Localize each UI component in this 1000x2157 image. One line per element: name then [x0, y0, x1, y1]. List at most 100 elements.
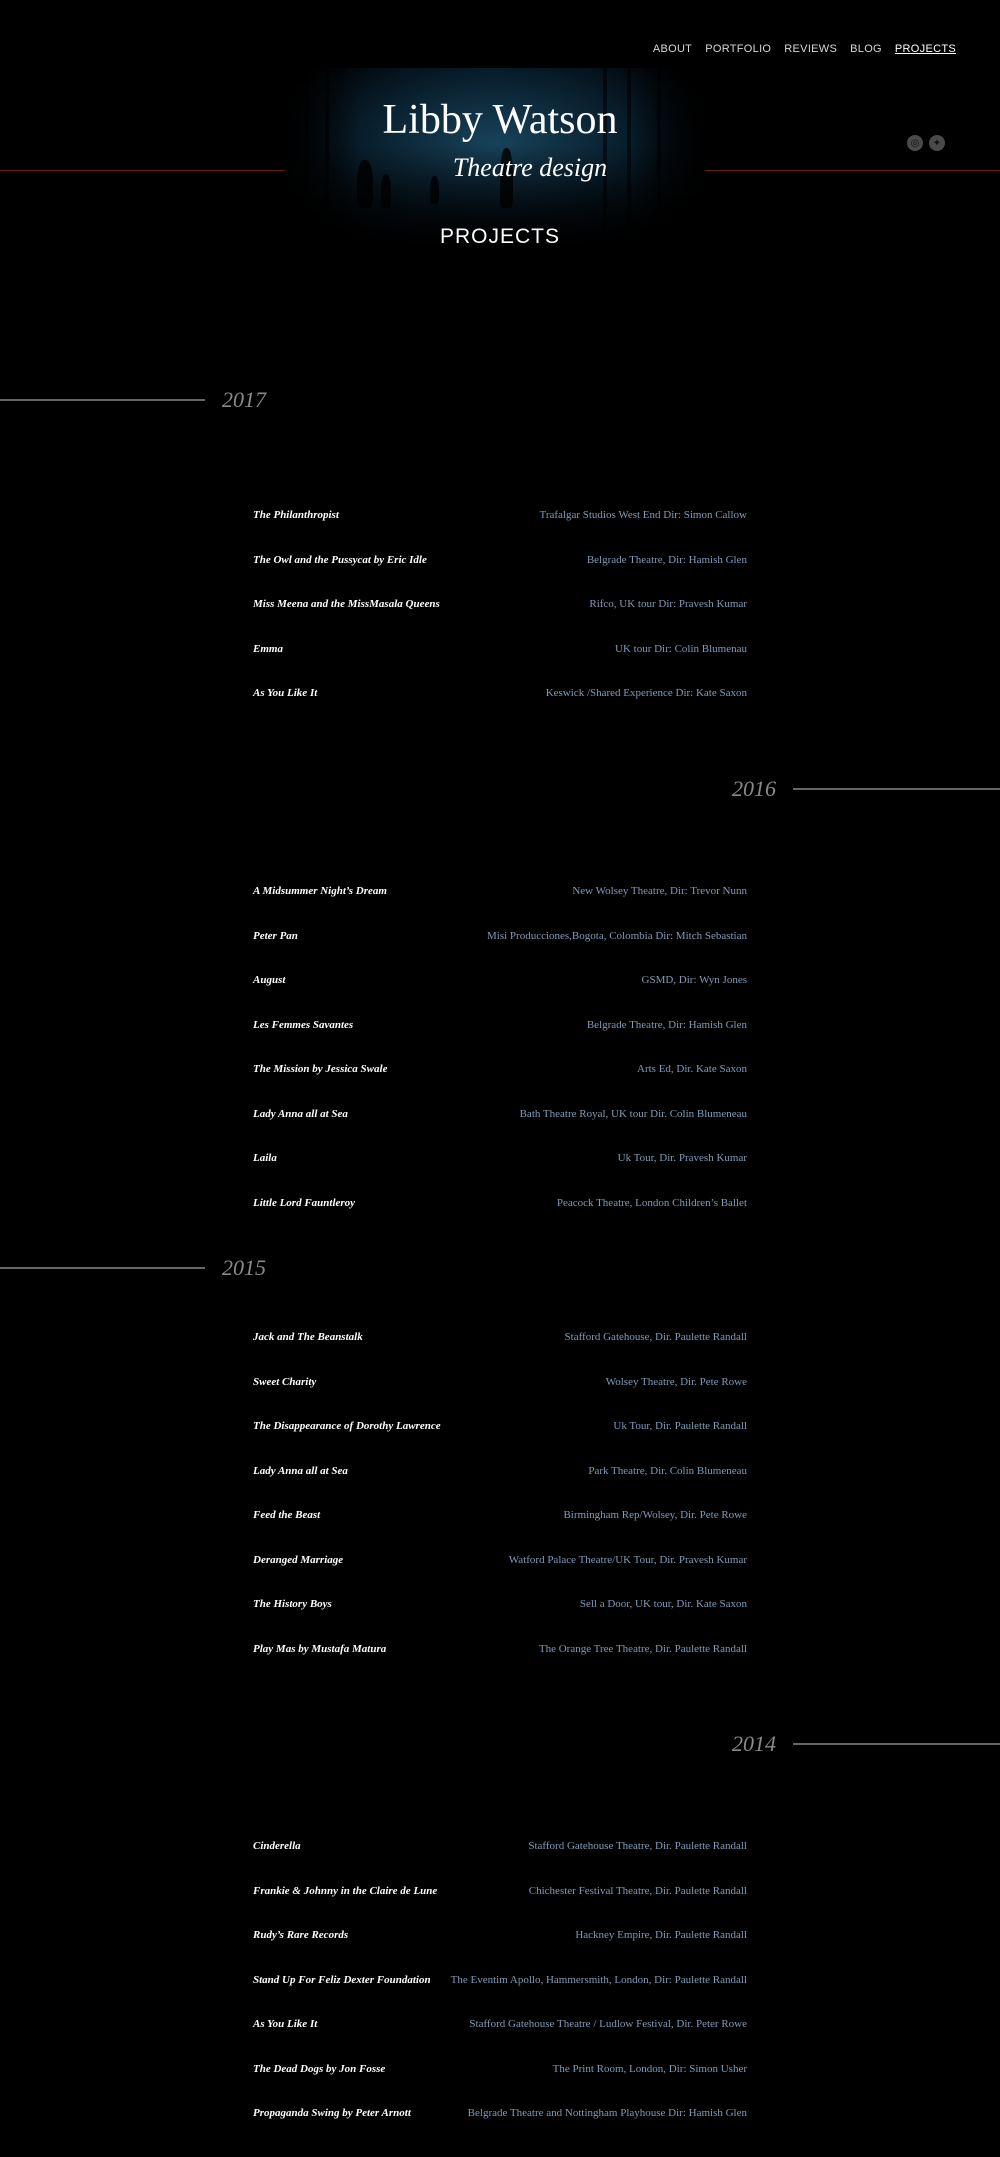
project-venue: Uk Tour, Dir. Paulette Randall [613, 1420, 747, 1432]
project-venue: Birmingham Rep/Wolsey, Dir. Pete Rowe [563, 1509, 747, 1521]
project-title: As You Like It [253, 687, 318, 699]
project-venue: Bath Theatre Royal, UK tour Dir. Colin B… [519, 1107, 747, 1120]
project-title: Play Mas by Mustafa Matura [253, 1642, 387, 1655]
project-row: Cinderella Stafford Gatehouse Theatre, Di… [253, 1836, 747, 1856]
project-venue: Stafford Gatehouse Theatre, Dir. Paulett… [528, 1840, 747, 1852]
project-venue: GSMD, Dir: Wyn Jones [641, 974, 747, 986]
site-title[interactable]: Libby Watson [0, 96, 1000, 144]
project-venue: Belgrade Theatre and Nottingham Playhous… [467, 2107, 747, 2119]
project-title: Emma [253, 642, 283, 655]
project-venue: UK tour Dir: Colin Blumenau [615, 642, 747, 655]
project-title: Les Femmes Savantes [253, 1018, 354, 1031]
project-title: Rudy’s Rare Records [253, 1929, 349, 1941]
project-row: Les Femmes Savantes Belgrade Theatre, Dir… [253, 1015, 747, 1035]
project-title: Deranged Marriage [253, 1553, 344, 1566]
project-venue: Belgrade Theatre, Dir: Hamish Glen [586, 553, 747, 566]
project-row: Jack and The Beanstalk Stafford Gatehouse… [253, 1327, 747, 1347]
project-title: Cinderella [253, 1840, 301, 1852]
nav-portfolio[interactable]: PORTFOLIO [705, 43, 771, 55]
project-venue: Park Theatre, Dir. Colin Blumeneau [588, 1464, 747, 1477]
project-title: Laila [253, 1152, 277, 1164]
nav-blog[interactable]: BLOG [850, 43, 882, 55]
year-divider-2017: 2017 [0, 387, 266, 413]
project-row: The Disappearance of Dorothy Lawrence Uk … [253, 1416, 747, 1436]
project-venue: Stafford Gatehouse, Dir. Paulette Randal… [564, 1331, 747, 1343]
project-title: Frankie & Johnny in the Claire de Lune [253, 1884, 438, 1897]
project-venue: Sell a Door, UK tour, Dir. Kate Saxon [579, 1598, 747, 1610]
project-title: The Dead Dogs by Jon Fosse [253, 2062, 386, 2075]
project-row: As You Like It Keswick /Shared Experience… [253, 683, 747, 703]
project-row: Play Mas by Mustafa Matura The Orange Tre… [253, 1639, 747, 1659]
project-title: A Midsummer Night’s Dream [253, 885, 387, 897]
project-row: Frankie & Johnny in the Claire de Lune Ch… [253, 1881, 747, 1901]
project-row: As You Like It Stafford Gatehouse Theatre… [253, 2014, 747, 2034]
project-title: Little Lord Fauntleroy [253, 1196, 356, 1209]
project-row: Propaganda Swing by Peter Arnott Belgrade… [253, 2103, 747, 2123]
project-title: As You Like It [253, 2018, 318, 2030]
project-venue: Misi Producciones,Bogota, Colombia Dir: … [486, 929, 747, 942]
project-venue: Peacock Theatre, London Children’s Balle… [556, 1196, 747, 1209]
project-venue: The Orange Tree Theatre, Dir. Paulette R… [538, 1642, 747, 1655]
project-title: August [253, 974, 286, 986]
project-venue: Hackney Empire, Dir. Paulette Randall [575, 1929, 747, 1941]
project-venue: New Wolsey Theatre, Dir: Trevor Nunn [572, 885, 747, 897]
project-row: The Dead Dogs by Jon Fosse The Print Room… [253, 2059, 747, 2079]
project-row: The Mission by Jessica Swale Arts Ed, Dir… [253, 1059, 747, 1079]
project-venue: Chichester Festival Theatre, Dir. Paulet… [528, 1884, 747, 1897]
project-venue: Rifco, UK tour Dir: Pravesh Kumar [589, 598, 747, 610]
project-row: The Owl and the Pussycat by Eric Idle Bel… [253, 550, 747, 570]
project-row: Lady Anna all at Sea Park Theatre, Dir. C… [253, 1461, 747, 1481]
project-title: The History Boys [253, 1598, 332, 1610]
project-row: Lady Anna all at Sea Bath Theatre Royal, … [253, 1104, 747, 1124]
project-venue: Wolsey Theatre, Dir. Pete Rowe [605, 1375, 747, 1388]
project-venue: The Print Room, London, Dir: Simon Usher [552, 2062, 747, 2075]
project-venue: Watford Palace Theatre/UK Tour, Dir. Pra… [508, 1553, 747, 1566]
nav-projects[interactable]: PROJECTS [895, 43, 956, 55]
project-venue: Arts Ed, Dir. Kate Saxon [637, 1063, 747, 1075]
project-row: Laila Uk Tour, Dir. Pravesh Kumar [253, 1148, 747, 1168]
project-title: Feed the Beast [253, 1509, 321, 1521]
project-title: Sweet Charity [253, 1375, 317, 1388]
project-venue: Keswick /Shared Experience Dir: Kate Sax… [545, 687, 747, 699]
project-row: Stand Up For Feliz Dexter Foundation The … [253, 1970, 747, 1990]
project-row: Little Lord Fauntleroy Peacock Theatre, L… [253, 1193, 747, 1213]
project-venue: Belgrade Theatre, Dir: Hamish Glen [586, 1018, 747, 1031]
project-title: The Mission by Jessica Swale [253, 1063, 388, 1075]
year-divider-2015: 2015 [0, 1255, 266, 1281]
project-title: Peter Pan [253, 929, 298, 942]
nav-about[interactable]: ABOUT [653, 43, 692, 55]
project-venue: The Eventim Apollo, Hammersmith, London,… [450, 1973, 747, 1986]
year-label: 2015 [222, 1255, 266, 1280]
project-row: A Midsummer Night’s Dream New Wolsey Thea… [253, 881, 747, 901]
project-row: The History Boys Sell a Door, UK tour, Di… [253, 1594, 747, 1614]
social-links: ◎ ✦ [907, 135, 945, 151]
project-venue: Trafalgar Studios West End Dir: Simon Ca… [539, 509, 747, 521]
instagram-icon[interactable]: ◎ [907, 135, 923, 151]
project-title: Propaganda Swing by Peter Arnott [253, 2107, 411, 2119]
project-title: Miss Meena and the MissMasala Queens [253, 598, 440, 610]
project-row: Rudy’s Rare Records Hackney Empire, Dir. … [253, 1925, 747, 1945]
twitter-icon[interactable]: ✦ [929, 135, 945, 151]
project-title: The Philanthropist [253, 509, 339, 521]
project-row: Miss Meena and the MissMasala Queens Rifc… [253, 594, 747, 614]
year-label: 2014 [732, 1731, 776, 1756]
project-row: Sweet Charity Wolsey Theatre, Dir. Pete R… [253, 1372, 747, 1392]
project-row: The Philanthropist Trafalgar Studios West… [253, 505, 747, 525]
project-title: The Owl and the Pussycat by Eric Idle [253, 553, 427, 566]
project-venue: Uk Tour, Dir. Pravesh Kumar [617, 1152, 747, 1164]
project-venue: Stafford Gatehouse Theatre / Ludlow Fest… [469, 2018, 747, 2030]
year-label: 2017 [222, 387, 266, 412]
project-title: Stand Up For Feliz Dexter Foundation [253, 1973, 431, 1986]
nav-reviews[interactable]: REVIEWS [784, 43, 837, 55]
year-divider-2014: 2014 [732, 1731, 1000, 1757]
project-row: Peter Pan Misi Producciones,Bogota, Colom… [253, 926, 747, 946]
site-subtitle: Theatre design [452, 153, 608, 182]
project-row: Feed the Beast Birmingham Rep/Wolsey, Dir… [253, 1505, 747, 1525]
project-title: Jack and The Beanstalk [253, 1331, 363, 1343]
page-title: PROJECTS [439, 225, 560, 248]
year-divider-2016: 2016 [732, 776, 1000, 802]
project-title: The Disappearance of Dorothy Lawrence [253, 1420, 441, 1432]
year-label: 2016 [732, 776, 776, 801]
project-row: August GSMD, Dir: Wyn Jones [253, 970, 747, 990]
project-row: Emma UK tour Dir: Colin Blumenau [253, 639, 747, 659]
